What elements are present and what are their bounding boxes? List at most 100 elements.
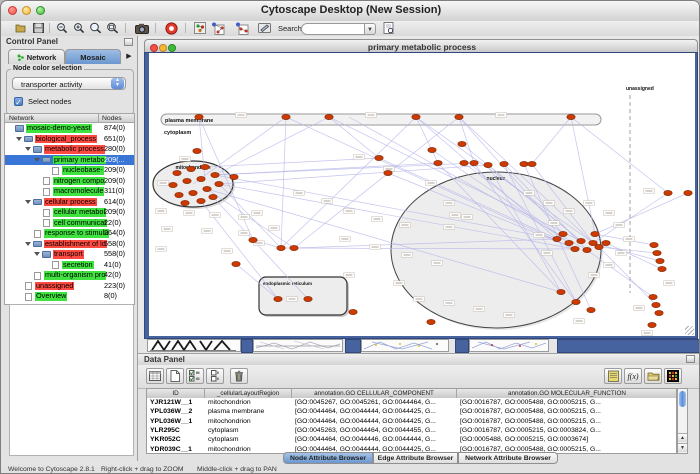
table-cell[interactable]: YLR295C (147, 426, 205, 435)
network-node[interactable] (304, 296, 312, 301)
network-node[interactable] (183, 178, 191, 183)
table-cell[interactable]: cytoplasm (205, 426, 292, 435)
network-node[interactable] (197, 198, 205, 203)
network-node[interactable] (458, 141, 466, 146)
tree-row[interactable]: cellular metabol209(0) (5, 207, 134, 218)
network-node[interactable] (470, 160, 478, 165)
network-node[interactable] (553, 236, 561, 241)
network-node[interactable] (557, 289, 565, 294)
network-node[interactable] (193, 148, 201, 153)
tree-row[interactable]: response to stimulu264(0) (5, 228, 134, 239)
tree-row[interactable]: nucleobase-209(0) (5, 165, 134, 176)
table-cell[interactable]: YKR052C (147, 435, 205, 444)
network-node[interactable] (187, 166, 195, 171)
node-color-dropdown[interactable]: transporter activity (12, 77, 126, 90)
table-cell[interactable]: [GO:0016787, GO:0005488, GO:0005215, G..… (457, 407, 677, 416)
network-node[interactable] (648, 322, 656, 327)
network-node[interactable] (649, 294, 657, 299)
table-cell[interactable]: [GO:0016787, GO:0005215, GO:0003824, G..… (457, 426, 677, 435)
tab-mosaic[interactable]: Mosaic (65, 49, 121, 64)
network-node[interactable] (652, 302, 660, 307)
network-node[interactable] (230, 174, 238, 179)
network-node[interactable] (195, 114, 203, 119)
network-node[interactable] (602, 240, 610, 245)
background-window-thumbnail[interactable] (361, 339, 449, 352)
snapshot-camera-icon[interactable] (134, 22, 149, 34)
table-column-header[interactable]: ID (147, 389, 205, 398)
table-cell[interactable]: [GO:0044464, GO:0044444, GO:0044425, G..… (292, 407, 457, 416)
table-cell[interactable]: plasma membrane (205, 407, 292, 416)
birdseye-view-panel[interactable] (9, 304, 134, 456)
float-panel-icon[interactable] (686, 355, 695, 363)
function-builder-icon[interactable]: f(x) (624, 368, 642, 384)
network-node[interactable] (565, 240, 573, 245)
zoom-in-icon[interactable] (71, 22, 86, 34)
table-cell[interactable]: YPL036W__1 (147, 417, 205, 426)
tree-row[interactable]: unassigned223(0) (5, 281, 134, 292)
tree-row[interactable]: Overview8(0) (5, 291, 134, 302)
network-node[interactable] (427, 319, 435, 324)
table-cell[interactable]: cytoplasm (205, 435, 292, 444)
search-input[interactable] (301, 23, 371, 35)
background-window-thumbnail[interactable] (469, 339, 549, 352)
zoom-selected-icon[interactable] (105, 22, 120, 34)
network-node[interactable] (169, 182, 177, 187)
network-node[interactable] (232, 261, 240, 266)
network-node[interactable] (500, 161, 508, 166)
table-cell[interactable]: YPL036W__2 (147, 407, 205, 416)
tab-node-attribute-browser[interactable]: Node Attribute Browser (283, 452, 373, 464)
network-node[interactable] (412, 114, 420, 119)
search-options-icon[interactable] (381, 22, 396, 34)
tree-row[interactable]: metabolic process280(0) (5, 144, 134, 155)
network-node[interactable] (684, 190, 692, 195)
network-node[interactable] (375, 155, 383, 160)
network-node[interactable] (282, 114, 290, 119)
network-node[interactable] (658, 266, 666, 271)
table-cell[interactable]: [GO:0045267, GO:0045261, GO:0044464, G..… (292, 398, 457, 407)
attribute-table[interactable]: ID_cellularLayoutRegionannotation.GO CEL… (146, 388, 677, 454)
network-node[interactable] (277, 245, 285, 250)
new-attribute-icon[interactable] (166, 368, 184, 384)
network-node[interactable] (567, 114, 575, 119)
expand-triangle-icon[interactable] (25, 147, 31, 151)
plugin-manager-icon[interactable] (192, 22, 207, 34)
network-node[interactable] (591, 231, 599, 236)
expand-triangle-icon[interactable] (25, 242, 31, 246)
background-window-thumbnail[interactable] (253, 339, 343, 352)
tree-row[interactable]: secretion41(0) (5, 260, 134, 271)
table-cell[interactable]: [GO:0044464, GO:0044444, GO:0044425, G..… (292, 417, 457, 426)
search-dropdown-arrow[interactable]: ▼ (364, 23, 376, 35)
unselect-attributes-icon[interactable] (206, 368, 224, 384)
network-view-window[interactable]: primary metabolic process plasma membran… (144, 39, 698, 339)
network-node[interactable] (528, 161, 536, 166)
background-window-thumbnail[interactable] (147, 339, 241, 352)
tree-row[interactable]: multi-organism pro42(0) (5, 270, 134, 281)
network-node[interactable] (460, 160, 468, 165)
tab-network[interactable]: Network (8, 49, 65, 64)
import-attributes-folder-icon[interactable] (644, 368, 662, 384)
tab-overflow-arrow[interactable]: ▶ (123, 51, 135, 63)
scrollbar-thumb[interactable] (679, 391, 686, 407)
table-cell[interactable]: YDR039C__1 (147, 445, 205, 454)
help-lifering-icon[interactable] (164, 22, 179, 34)
network-node[interactable] (203, 186, 211, 191)
network-node[interactable] (434, 160, 442, 165)
network-node[interactable] (572, 299, 580, 304)
select-nodes-checkbox[interactable]: ✓ (14, 97, 23, 106)
background-window-edge[interactable] (241, 339, 253, 353)
network-node[interactable] (384, 170, 392, 175)
network-node[interactable] (583, 247, 591, 252)
network-node[interactable] (520, 161, 528, 166)
network-node[interactable] (587, 307, 595, 312)
heatmap-icon[interactable] (664, 368, 682, 384)
network-node[interactable] (559, 231, 567, 236)
dropdown-stepper-icon[interactable]: ▲▼ (111, 78, 124, 89)
resize-grip[interactable] (685, 326, 694, 335)
tree-row[interactable]: macromolecule311(0) (5, 186, 134, 197)
network-node[interactable] (484, 162, 492, 167)
scroll-down-arrow[interactable]: ▼ (678, 443, 687, 452)
table-cell[interactable]: mitochondrion (205, 417, 292, 426)
table-cell[interactable]: [GO:0045263, GO:0044464, GO:0044455, G..… (292, 426, 457, 435)
network-node[interactable] (175, 192, 183, 197)
open-session-icon[interactable] (13, 22, 28, 34)
